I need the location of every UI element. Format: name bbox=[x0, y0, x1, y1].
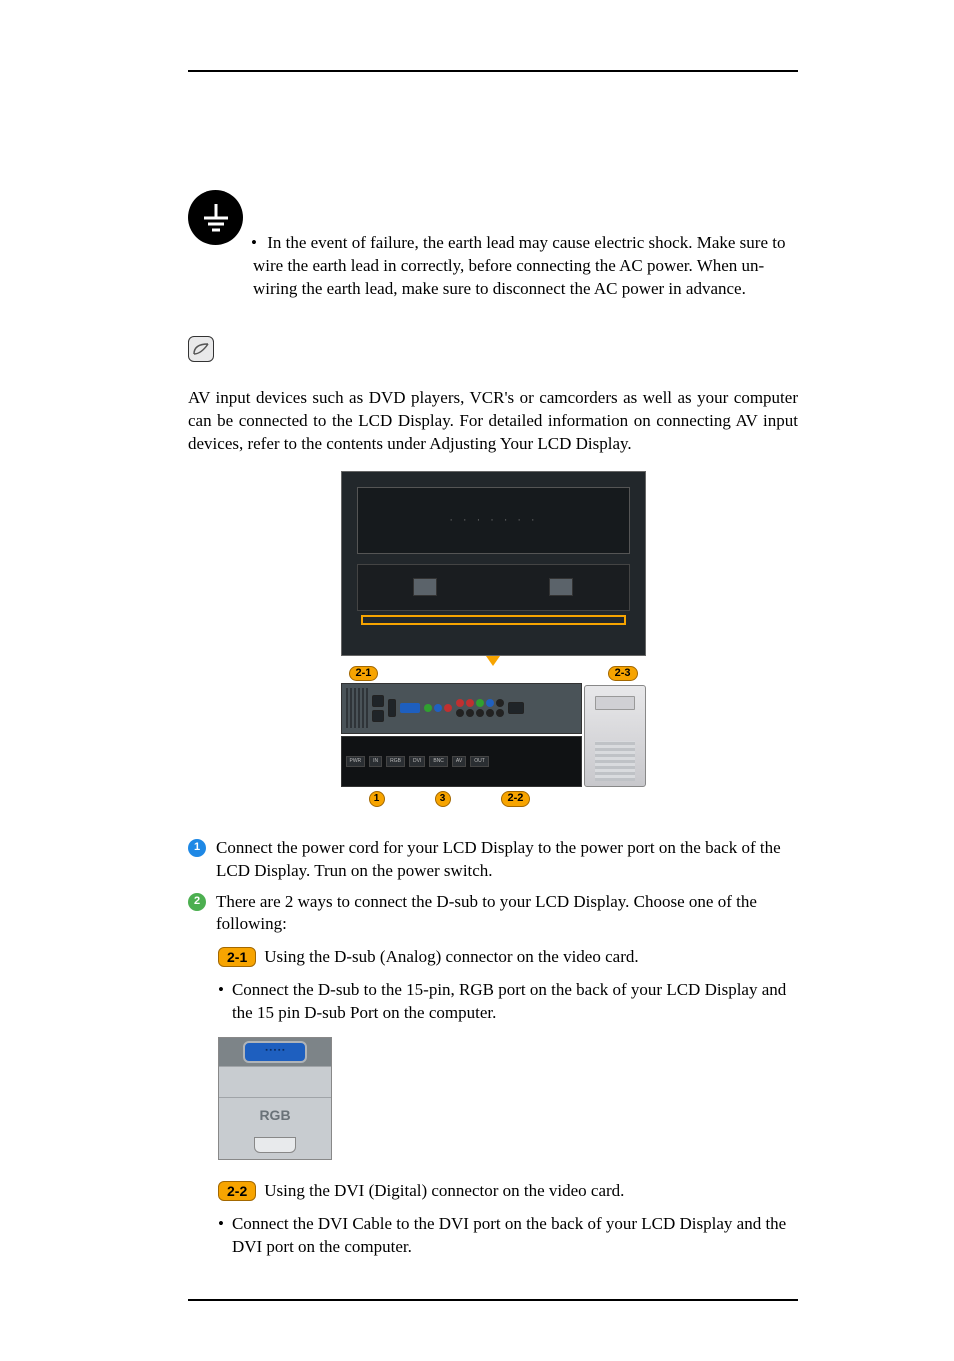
port-label: DVI bbox=[409, 756, 425, 767]
step-2-2-text: Using the DVI (Digital) connector on the… bbox=[264, 1180, 624, 1203]
warning-body: In the event of failure, the earth lead … bbox=[253, 233, 785, 298]
monitor-rear: · · · · · · · bbox=[341, 471, 646, 656]
port-label: BNC bbox=[429, 756, 448, 767]
step-badge-1: 1 bbox=[188, 839, 206, 857]
rear-panel-zone: PWR IN RGB DVI BNC AV OUT bbox=[341, 683, 646, 787]
bullet: • bbox=[218, 979, 224, 1025]
port-label: AV bbox=[452, 756, 466, 767]
pill-2-2: 2-2 bbox=[218, 1181, 256, 1201]
step-2-2: 2-2 Using the DVI (Digital) connector on… bbox=[218, 1180, 798, 1203]
pill-2-1: 2-1 bbox=[218, 947, 256, 967]
step-2-1: 2-1 Using the D-sub (Analog) connector o… bbox=[218, 946, 798, 969]
warning-text: • In the event of failure, the earth lea… bbox=[253, 232, 798, 301]
arrow-icon bbox=[486, 656, 500, 666]
dsub-socket-icon bbox=[254, 1137, 296, 1153]
port-label: RGB bbox=[386, 756, 405, 767]
rgb-port-figure: ▪▪▪▪▪ RGB bbox=[218, 1037, 332, 1160]
step-2-2-bullet-text: Connect the DVI Cable to the DVI port on… bbox=[232, 1213, 798, 1259]
highlight bbox=[361, 615, 626, 625]
page: • In the event of failure, the earth lea… bbox=[0, 0, 954, 1361]
warning-block: • In the event of failure, the earth lea… bbox=[188, 202, 798, 301]
callout-bottom: 1 3 2-2 bbox=[341, 787, 646, 807]
note-icon bbox=[188, 336, 214, 362]
step-2: 2 There are 2 ways to connect the D-sub … bbox=[188, 891, 798, 937]
bullet: • bbox=[218, 1213, 224, 1259]
step-2-1-text: Using the D-sub (Analog) connector on th… bbox=[264, 946, 638, 969]
pc-tower-icon bbox=[584, 685, 646, 787]
intro-paragraph: AV input devices such as DVD players, VC… bbox=[188, 387, 798, 456]
vga-port-icon bbox=[400, 703, 420, 713]
inner-panel bbox=[357, 564, 630, 611]
callout-2-3: 2-3 bbox=[608, 666, 638, 681]
step-2-1-bullet: • Connect the D-sub to the 15-pin, RGB p… bbox=[218, 979, 798, 1025]
steps-list: 1 Connect the power cord for your LCD Di… bbox=[188, 837, 798, 1259]
callout-3: 3 bbox=[435, 791, 451, 807]
step-1: 1 Connect the power cord for your LCD Di… bbox=[188, 837, 798, 883]
port-label: OUT bbox=[470, 756, 489, 767]
port-label: PWR bbox=[346, 756, 366, 767]
rear-panel bbox=[341, 683, 582, 734]
screen: · · · · · · · bbox=[357, 487, 630, 554]
label-panel: PWR IN RGB DVI BNC AV OUT bbox=[341, 736, 582, 787]
port-label: IN bbox=[369, 756, 382, 767]
bullet: • bbox=[251, 232, 257, 255]
callout-1: 1 bbox=[369, 791, 385, 807]
step-1-text: Connect the power cord for your LCD Disp… bbox=[216, 837, 798, 883]
step-badge-2: 2 bbox=[188, 893, 206, 911]
callout-2-2: 2-2 bbox=[501, 791, 531, 807]
footer-rule bbox=[188, 1299, 798, 1301]
header-rule bbox=[188, 70, 798, 72]
step-2-text: There are 2 ways to connect the D-sub to… bbox=[216, 891, 798, 937]
rgb-label: RGB bbox=[219, 1098, 331, 1131]
callout-2-1: 2-1 bbox=[349, 666, 379, 681]
step-2-1-bullet-text: Connect the D-sub to the 15-pin, RGB por… bbox=[232, 979, 798, 1025]
callout-top: 2-1 2-3 bbox=[341, 666, 646, 683]
vga-connector-icon: ▪▪▪▪▪ bbox=[243, 1041, 307, 1063]
ground-icon bbox=[188, 190, 243, 245]
connection-diagram: · · · · · · · 2-1 2-3 bbox=[341, 471, 646, 807]
step-2-2-bullet: • Connect the DVI Cable to the DVI port … bbox=[218, 1213, 798, 1259]
